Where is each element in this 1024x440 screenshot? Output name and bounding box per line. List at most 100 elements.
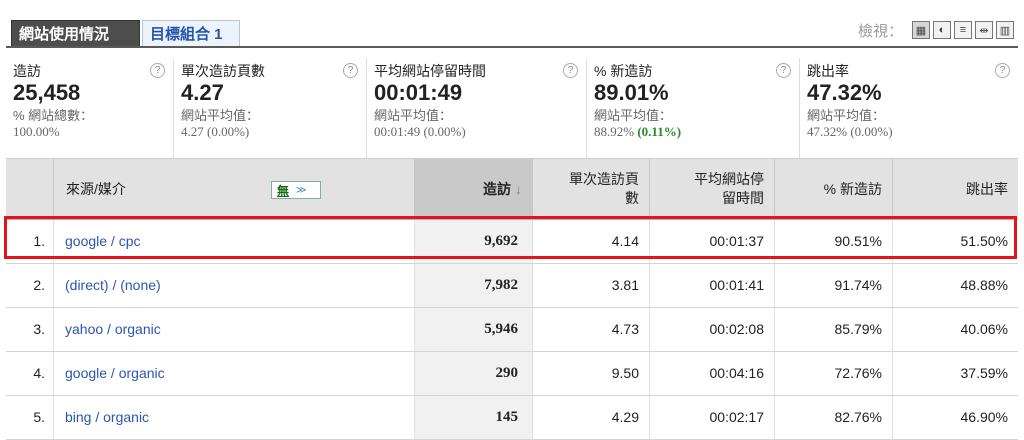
metric-sub-value: 100.00% <box>13 124 60 139</box>
row-bounce: 46.90% <box>960 409 1008 425</box>
metrics-scorecard: 造訪 ? 25,458 % 網站總數： 100.00% 單次造訪頁數 ? 4.2… <box>6 58 1018 159</box>
metric-sub-value: 00:01:49 (0.00%) <box>374 124 466 139</box>
row-visits: 5,946 <box>415 308 533 351</box>
header-bounce-rate[interactable]: 跳出率 <box>893 159 1018 219</box>
metric-pages-per-visit: 單次造訪頁數 ? 4.27 網站平均值： 4.27 (0.00%) <box>174 58 367 158</box>
dropdown-value: 無 <box>277 183 290 198</box>
header-pages-line2: 數 <box>625 190 639 206</box>
header-visits-label: 造訪 <box>483 181 511 197</box>
header-time-line1: 平均網站停 <box>694 171 764 187</box>
pivot-view-icon[interactable]: ▥ <box>996 21 1014 39</box>
help-icon[interactable]: ? <box>563 63 578 78</box>
table-row: 2. (direct) / (none) 7,982 3.81 00:01:41… <box>6 264 1018 308</box>
row-index: 3. <box>6 308 54 351</box>
metric-value: 25,458 <box>13 80 81 105</box>
header-bounce-label: 跳出率 <box>966 181 1008 197</box>
row-new: 91.74% <box>775 264 893 307</box>
row-new: 85.79% <box>775 308 893 351</box>
metric-name: 單次造訪頁數 <box>181 63 265 79</box>
chevron-down-icon: ≫ <box>296 184 307 196</box>
metric-change-positive: (0.11%) <box>637 124 682 139</box>
metric-name: % 新造訪 <box>594 63 653 79</box>
view-switcher: 檢視： ▦ ◐ ≡ ⇹ ▥ <box>858 19 1014 41</box>
header-source-medium[interactable]: 來源/媒介 無 ≫ <box>54 159 415 219</box>
tab-site-usage[interactable]: 網站使用情況 <box>11 20 140 47</box>
row-source: google / organic <box>54 352 415 395</box>
header-new-visits[interactable]: % 新造訪 <box>775 159 893 219</box>
pie-view-icon[interactable]: ◐ <box>933 21 951 39</box>
row-source: yahoo / organic <box>54 308 415 351</box>
row-bounce: 37.59% <box>960 365 1008 381</box>
row-pages: 4.14 <box>533 220 650 263</box>
comparison-view-icon[interactable]: ⇹ <box>975 21 993 39</box>
row-bounce: 40.06% <box>960 321 1008 337</box>
row-pages: 4.73 <box>533 308 650 351</box>
row-time: 00:01:37 <box>650 220 775 263</box>
header-visits[interactable]: 造訪 ↓ <box>415 159 533 219</box>
row-new: 72.76% <box>775 352 893 395</box>
table-row: 3. yahoo / organic 5,946 4.73 00:02:08 8… <box>6 308 1018 352</box>
row-new: 90.51% <box>775 220 893 263</box>
row-index: 4. <box>6 352 54 395</box>
row-source: (direct) / (none) <box>54 264 415 307</box>
metric-visits: 造訪 ? 25,458 % 網站總數： 100.00% <box>6 58 174 158</box>
help-icon[interactable]: ? <box>343 63 358 78</box>
source-link[interactable]: google / organic <box>65 365 165 381</box>
help-icon[interactable]: ? <box>150 63 165 78</box>
row-visits: 290 <box>415 352 533 395</box>
table-row: 5. bing / organic 145 4.29 00:02:17 82.7… <box>6 396 1018 440</box>
tab-bar: 網站使用情況 目標組合 1 檢視： ▦ ◐ ≡ ⇹ ▥ <box>0 0 1024 50</box>
row-source: bing / organic <box>54 396 415 439</box>
row-time: 00:02:17 <box>650 396 775 439</box>
metric-sub-label: % 網站總數： <box>13 108 94 123</box>
table-view-icon[interactable]: ▦ <box>912 21 930 39</box>
tab-divider <box>6 46 1018 48</box>
row-bounce: 48.88% <box>960 277 1008 293</box>
tab-goal-set-1[interactable]: 目標組合 1 <box>142 20 240 47</box>
row-time: 00:02:08 <box>650 308 775 351</box>
metric-name: 造訪 <box>13 63 41 79</box>
header-source-label: 來源/媒介 <box>66 181 126 197</box>
metric-value: 89.01% <box>594 80 669 105</box>
source-link[interactable]: google / cpc <box>65 233 141 249</box>
metric-sub-label: 網站平均值： <box>374 108 453 123</box>
help-icon[interactable]: ? <box>776 63 791 78</box>
row-index: 2. <box>6 264 54 307</box>
sort-desc-icon: ↓ <box>515 181 522 197</box>
table-header-row: 來源/媒介 無 ≫ 造訪 ↓ 單次造訪頁數 平均網站停留時間 % 新造訪 跳出率 <box>6 159 1018 220</box>
row-pages: 4.29 <box>533 396 650 439</box>
metric-sub-value: 88.92% (0.11%) <box>594 124 682 139</box>
row-bounce: 51.50% <box>960 233 1008 249</box>
metric-sub-label: 網站平均值： <box>594 108 673 123</box>
row-index: 1. <box>6 220 54 263</box>
header-time-line2: 留時間 <box>722 190 764 206</box>
metric-name: 跳出率 <box>807 63 849 79</box>
row-index: 5. <box>6 396 54 439</box>
table-row: 4. google / organic 290 9.50 00:04:16 72… <box>6 352 1018 396</box>
row-visits: 145 <box>415 396 533 439</box>
bar-view-icon[interactable]: ≡ <box>954 21 972 39</box>
row-pages: 9.50 <box>533 352 650 395</box>
source-link[interactable]: yahoo / organic <box>65 321 161 337</box>
header-pages-line1: 單次造訪頁 <box>569 171 639 187</box>
view-label: 檢視： <box>857 22 903 40</box>
secondary-dimension-dropdown[interactable]: 無 ≫ <box>271 181 321 199</box>
metric-name: 平均網站停留時間 <box>374 63 486 79</box>
row-time: 00:01:41 <box>650 264 775 307</box>
row-new: 82.76% <box>775 396 893 439</box>
header-index <box>6 159 54 219</box>
metric-sub-label: 網站平均值： <box>181 108 260 123</box>
help-icon[interactable]: ? <box>995 63 1010 78</box>
metric-sub-label: 網站平均值： <box>807 108 886 123</box>
header-pages-per-visit[interactable]: 單次造訪頁數 <box>533 159 650 219</box>
source-link[interactable]: (direct) / (none) <box>65 277 161 293</box>
header-avg-time[interactable]: 平均網站停留時間 <box>650 159 775 219</box>
row-visits: 7,982 <box>415 264 533 307</box>
header-new-label: % 新造訪 <box>823 181 882 197</box>
metric-value: 47.32% <box>807 80 882 105</box>
metric-avg-time: 平均網站停留時間 ? 00:01:49 網站平均值： 00:01:49 (0.0… <box>367 58 587 158</box>
metric-bounce-rate: 跳出率 ? 47.32% 網站平均值： 47.32% (0.00%) <box>800 58 1018 158</box>
metric-value: 4.27 <box>181 80 224 105</box>
metric-new-visits: % 新造訪 ? 89.01% 網站平均值： 88.92% (0.11%) <box>587 58 800 158</box>
source-link[interactable]: bing / organic <box>65 409 149 425</box>
